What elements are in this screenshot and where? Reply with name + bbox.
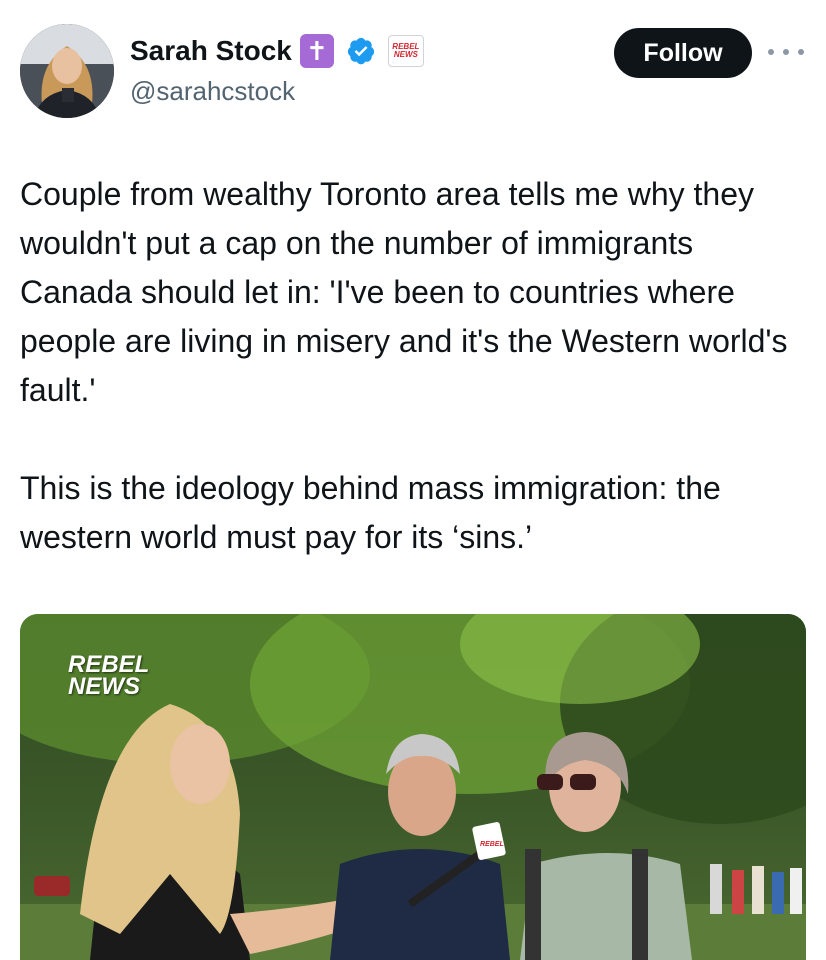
verified-badge-icon[interactable]	[346, 36, 376, 66]
watermark-line2: NEWS	[68, 673, 140, 700]
rebel-news-watermark: REBEL NEWS	[68, 653, 149, 700]
follow-button[interactable]: Follow	[614, 28, 752, 78]
profile-avatar[interactable]	[20, 24, 114, 118]
author-handle[interactable]: @sarahcstock	[130, 76, 295, 107]
dot	[798, 49, 804, 55]
dot	[768, 49, 774, 55]
avatar-image	[20, 24, 114, 118]
more-horizontal-icon[interactable]	[768, 40, 804, 64]
mic-flag-label: REBEL	[480, 841, 504, 848]
tweet-text: Couple from wealthy Toronto area tells m…	[20, 176, 788, 555]
author-display-name[interactable]: Sarah Stock	[130, 35, 292, 67]
tweet-media[interactable]: REBEL REBEL NEWS	[20, 614, 806, 960]
author-name-row: Sarah Stock ✝ REBEL NEWS	[130, 34, 424, 68]
cross-icon: ✝	[299, 34, 334, 68]
affiliate-badge[interactable]: REBEL NEWS	[387, 35, 424, 67]
dot	[783, 49, 789, 55]
